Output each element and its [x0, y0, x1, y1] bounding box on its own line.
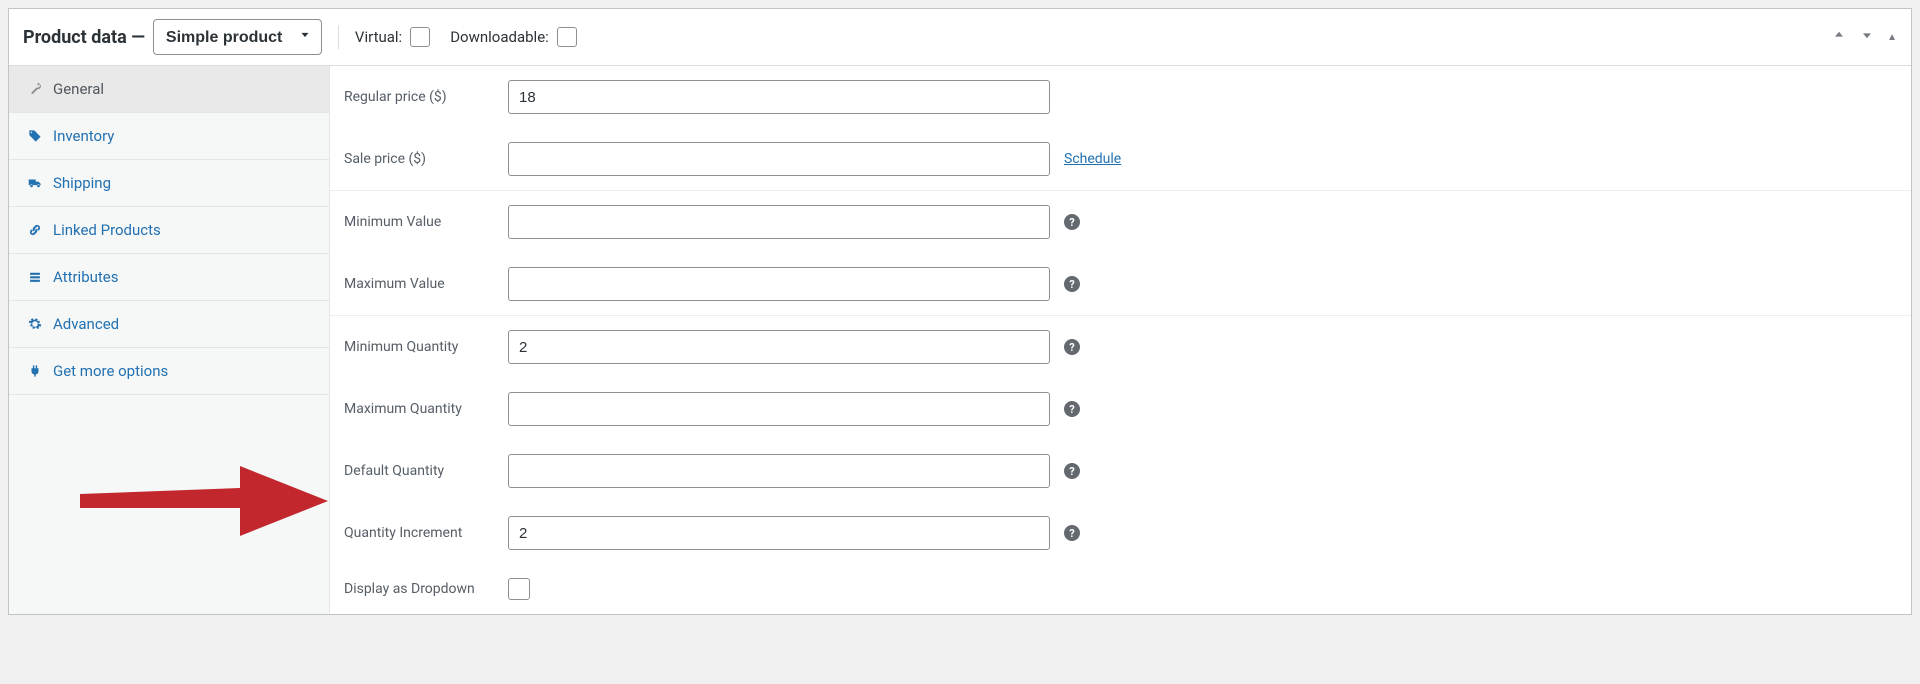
min-value-input[interactable] [508, 205, 1050, 239]
help-icon[interactable]: ? [1064, 401, 1080, 417]
product-data-tabs: General Inventory Shipping Linked Produc… [9, 66, 330, 614]
max-qty-input[interactable] [508, 392, 1050, 426]
qty-increment-row: Quantity Increment ? [330, 502, 1911, 564]
move-down-icon[interactable] [1859, 27, 1875, 47]
min-qty-row: Minimum Quantity ? [330, 316, 1911, 378]
list-icon [27, 269, 43, 285]
tag-icon [27, 128, 43, 144]
help-icon[interactable]: ? [1064, 214, 1080, 230]
field-label: Display as Dropdown [344, 581, 508, 597]
product-type-select[interactable]: Simple product [153, 19, 322, 55]
min-value-row: Minimum Value ? [330, 191, 1911, 253]
tab-advanced[interactable]: Advanced [9, 301, 329, 348]
regular-price-input[interactable] [508, 80, 1050, 114]
regular-price-row: Regular price ($) [330, 66, 1911, 128]
field-label: Default Quantity [344, 463, 508, 479]
tab-label: Advanced [53, 315, 119, 333]
display-dropdown-row: Display as Dropdown [330, 564, 1911, 614]
sale-price-row: Sale price ($) Schedule [330, 128, 1911, 190]
max-qty-row: Maximum Quantity ? [330, 378, 1911, 440]
downloadable-label: Downloadable: [450, 28, 549, 46]
help-icon[interactable]: ? [1064, 276, 1080, 292]
panel-title: Product data — [23, 27, 145, 48]
help-icon[interactable]: ? [1064, 525, 1080, 541]
max-value-row: Maximum Value ? [330, 253, 1911, 315]
display-dropdown-checkbox[interactable] [508, 578, 530, 600]
plug-icon [27, 363, 43, 379]
separator [338, 25, 339, 49]
product-data-panel: Product data — Simple product Virtual: D… [8, 8, 1912, 615]
tab-general[interactable]: General [9, 66, 329, 113]
collapse-toggle-icon[interactable]: ▲ [1887, 32, 1897, 43]
tab-label: Inventory [53, 127, 114, 145]
default-qty-row: Default Quantity ? [330, 440, 1911, 502]
help-icon[interactable]: ? [1064, 463, 1080, 479]
tab-shipping[interactable]: Shipping [9, 160, 329, 207]
field-label: Sale price ($) [344, 151, 508, 167]
tab-get-more-options[interactable]: Get more options [9, 348, 329, 395]
schedule-link[interactable]: Schedule [1064, 151, 1121, 167]
general-tab-content: Regular price ($) Sale price ($) Schedul… [330, 66, 1911, 614]
field-label: Minimum Value [344, 214, 508, 230]
downloadable-checkbox[interactable] [557, 27, 577, 47]
help-icon[interactable]: ? [1064, 339, 1080, 355]
field-label: Maximum Quantity [344, 401, 508, 417]
tab-inventory[interactable]: Inventory [9, 113, 329, 160]
max-value-input[interactable] [508, 267, 1050, 301]
panel-header: Product data — Simple product Virtual: D… [9, 9, 1911, 66]
field-label: Minimum Quantity [344, 339, 508, 355]
tab-label: Linked Products [53, 221, 161, 239]
tab-label: Shipping [53, 174, 111, 192]
wrench-icon [27, 81, 43, 97]
tab-label: General [53, 80, 104, 98]
tab-attributes[interactable]: Attributes [9, 254, 329, 301]
min-qty-input[interactable] [508, 330, 1050, 364]
default-qty-input[interactable] [508, 454, 1050, 488]
qty-increment-input[interactable] [508, 516, 1050, 550]
move-up-icon[interactable] [1831, 27, 1847, 47]
tab-linked-products[interactable]: Linked Products [9, 207, 329, 254]
tab-label: Get more options [53, 362, 168, 380]
truck-icon [27, 175, 43, 191]
sale-price-input[interactable] [508, 142, 1050, 176]
field-label: Maximum Value [344, 276, 508, 292]
gear-icon [27, 316, 43, 332]
field-label: Regular price ($) [344, 89, 508, 105]
virtual-checkbox[interactable] [410, 27, 430, 47]
link-icon [27, 222, 43, 238]
tab-label: Attributes [53, 268, 119, 286]
field-label: Quantity Increment [344, 525, 508, 541]
virtual-label: Virtual: [355, 28, 402, 46]
